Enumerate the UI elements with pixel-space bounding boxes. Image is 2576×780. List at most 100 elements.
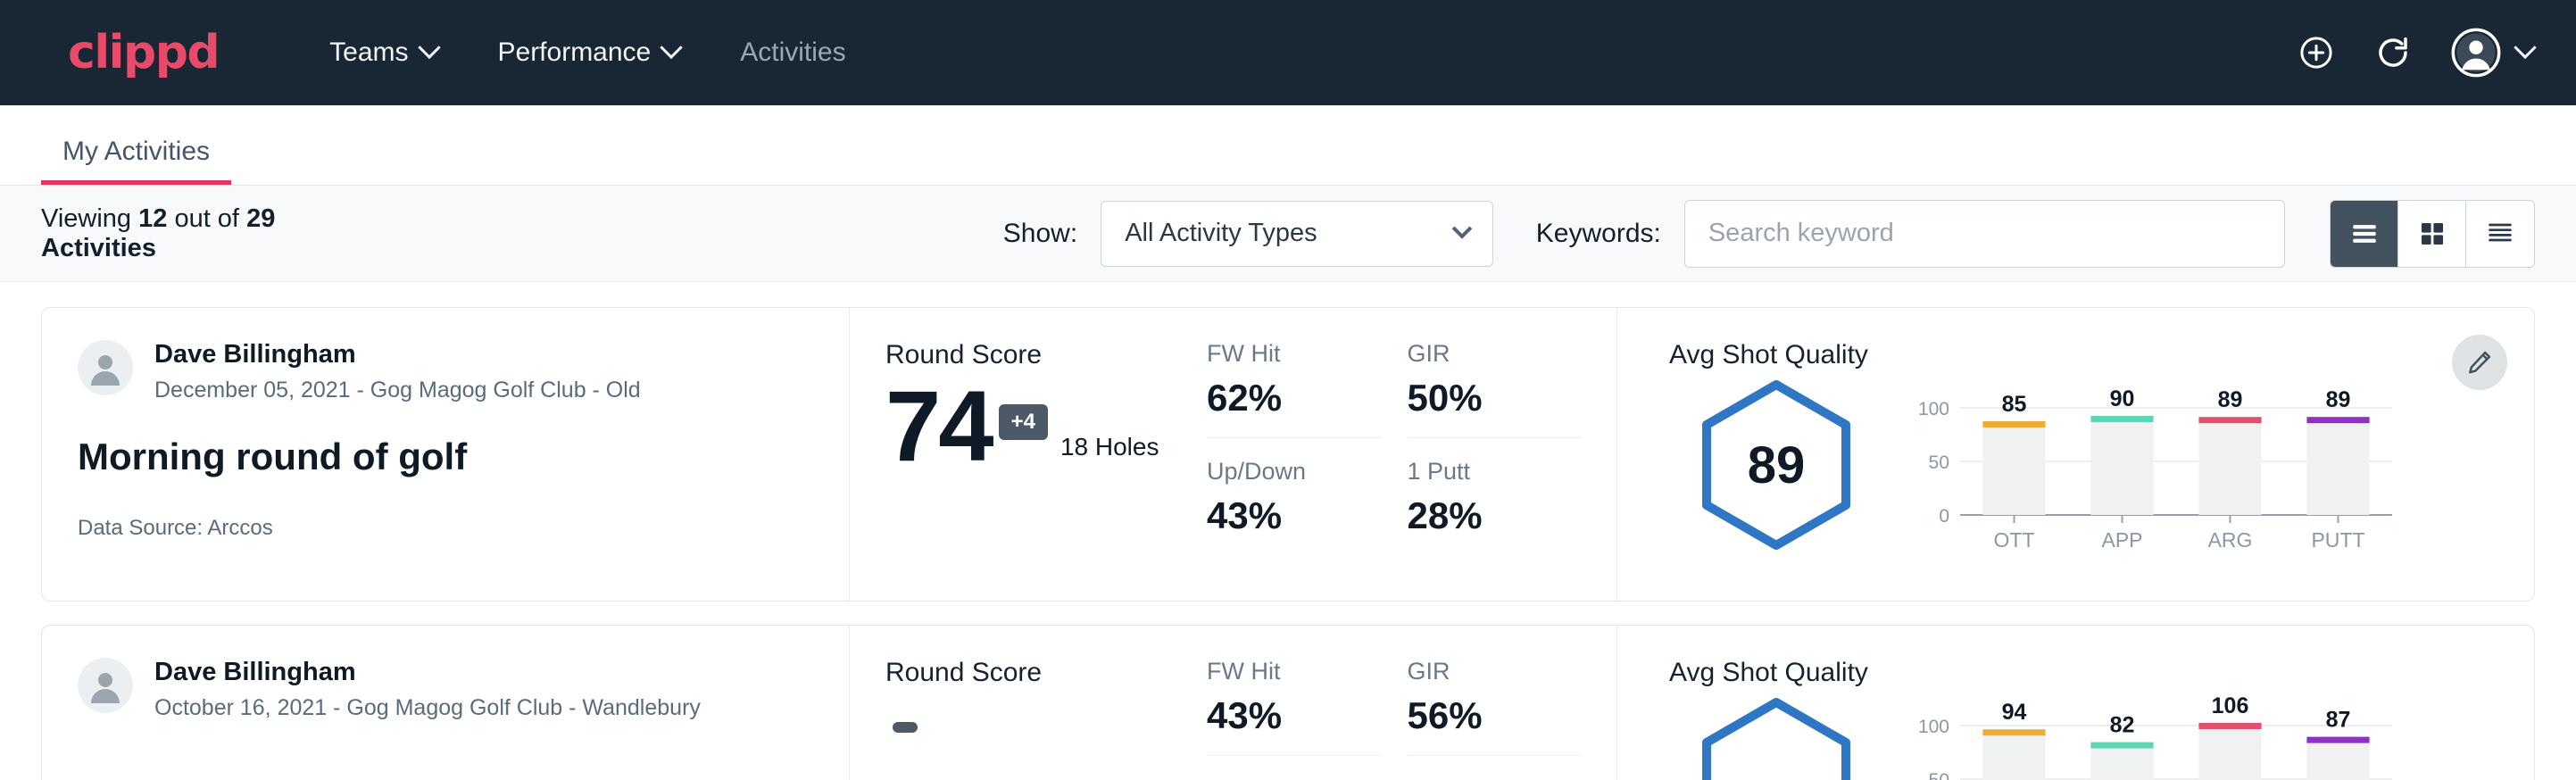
activity-author: Dave Billingham December 05, 2021 - Gog … [78, 340, 813, 403]
tab-bar: My Activities [0, 105, 2576, 186]
stat-fw-hit-value: 43% [1207, 694, 1381, 737]
view-mode-list-button[interactable] [2331, 201, 2398, 267]
tab-my-activities-label: My Activities [62, 137, 210, 166]
plus-circle-icon[interactable] [2298, 34, 2335, 71]
quality-hexagon: 89 [1669, 376, 1883, 554]
round-score-label: Round Score [885, 658, 1207, 688]
round-stats-column: FW Hit 62% GIR 50% Up/Down 43% 1 Putt 28… [1207, 308, 1617, 601]
svg-text:50: 50 [1929, 452, 1949, 473]
activity-card[interactable]: Dave Billingham December 05, 2021 - Gog … [41, 307, 2535, 602]
svg-text:0: 0 [1939, 506, 1949, 527]
avg-shot-quality-label: Avg Shot Quality [1669, 340, 2534, 370]
nav-actions [2298, 28, 2533, 78]
author-name: Dave Billingham [154, 340, 641, 369]
edit-activity-button[interactable] [2452, 335, 2507, 390]
stat-gir-value: 50% [1408, 377, 1582, 419]
nav-item-teams[interactable]: Teams [299, 27, 467, 79]
round-score-value: 74 [885, 379, 992, 474]
viewing-count-text: Viewing 12 out of 29 Activities [41, 204, 387, 263]
avg-shot-quality-column: Avg Shot Quality 89 10050085OTT90APP89AR… [1617, 308, 2534, 601]
grid-view-icon [2417, 219, 2447, 249]
filter-bar: Viewing 12 out of 29 Activities Show: Al… [0, 186, 2576, 282]
account-menu[interactable] [2451, 28, 2533, 78]
stat-fw-hit-value: 62% [1207, 377, 1381, 419]
stat-up-down: Up/Down 43% [1207, 458, 1381, 555]
viewing-count: 12 [138, 204, 167, 233]
avg-shot-quality-label: Avg Shot Quality [1669, 658, 2534, 688]
stat-gir-label: GIR [1408, 340, 1582, 368]
view-mode-compact-button[interactable] [2466, 201, 2534, 267]
svg-text:106: 106 [2212, 693, 2249, 718]
avg-shot-quality-column: Avg Shot Quality 10050094OTT82APP106ARG8… [1617, 626, 2534, 780]
svg-text:94: 94 [2002, 700, 2027, 725]
svg-text:90: 90 [2110, 386, 2135, 411]
svg-text:OTT: OTT [1994, 528, 2035, 552]
activity-card-list: Dave Billingham December 05, 2021 - Gog … [0, 282, 2576, 780]
app-logo[interactable]: clippd [68, 29, 219, 76]
svg-text:89: 89 [2326, 387, 2351, 412]
avg-shot-quality-value: 89 [1748, 436, 1806, 495]
stat-fw-hit: FW Hit 43% [1207, 658, 1381, 756]
nav-item-performance[interactable]: Performance [468, 27, 710, 79]
nav-item-performance-label: Performance [498, 37, 652, 68]
viewing-middle: out of [174, 204, 239, 233]
shot-quality-bar-chart: 10050085OTT90APP89ARG89PUTT [1901, 376, 2401, 559]
activity-title: Morning round of golf [78, 436, 813, 478]
view-mode-grid-button[interactable] [2398, 201, 2466, 267]
view-mode-toggle-group [2330, 200, 2535, 268]
avatar [78, 658, 133, 713]
quality-hexagon [1669, 693, 1883, 780]
activity-info-column: Dave Billingham December 05, 2021 - Gog … [42, 308, 850, 601]
keywords-label: Keywords: [1536, 219, 1661, 249]
nav-item-activities[interactable]: Activities [710, 27, 876, 79]
stat-gir-label: GIR [1408, 658, 1582, 685]
round-score-label: Round Score [885, 340, 1207, 370]
show-label: Show: [1003, 219, 1077, 249]
round-score-column: Round Score [850, 626, 1207, 780]
svg-text:ARG: ARG [2208, 528, 2253, 552]
round-stats-column: FW Hit 43% GIR 56% [1207, 626, 1617, 780]
person-icon [84, 664, 127, 707]
stat-gir: GIR 56% [1408, 658, 1582, 756]
round-score-column: Round Score 74 +4 18 Holes [850, 308, 1207, 601]
stat-fw-hit-label: FW Hit [1207, 340, 1381, 368]
svg-text:87: 87 [2326, 708, 2351, 733]
activity-type-select[interactable]: All Activity Types [1101, 201, 1493, 267]
stat-fw-hit-label: FW Hit [1207, 658, 1381, 685]
svg-text:PUTT: PUTT [2311, 528, 2364, 552]
chevron-down-icon [661, 37, 683, 59]
score-differential-badge [893, 722, 918, 733]
activity-data-source: Data Source: Arccos [78, 516, 813, 541]
stat-up-down-label: Up/Down [1207, 458, 1381, 485]
score-differential-badge: +4 [999, 404, 1048, 440]
refresh-icon[interactable] [2374, 34, 2412, 71]
stat-one-putt-value: 28% [1408, 494, 1582, 537]
activity-meta: December 05, 2021 - Gog Magog Golf Club … [154, 378, 641, 403]
chevron-down-icon [2514, 37, 2536, 59]
svg-text:100: 100 [1918, 399, 1949, 419]
search-input[interactable] [1684, 200, 2285, 268]
holes-played: 18 Holes [1060, 433, 1159, 474]
nav-item-activities-label: Activities [740, 37, 845, 68]
pencil-icon [2465, 348, 2494, 377]
activity-card[interactable]: Dave Billingham October 16, 2021 - Gog M… [41, 625, 2535, 780]
person-icon [84, 346, 127, 389]
svg-text:89: 89 [2218, 387, 2243, 412]
svg-text:85: 85 [2002, 392, 2027, 417]
stat-gir: GIR 50% [1408, 340, 1582, 438]
activity-type-select-value: All Activity Types [1125, 219, 1317, 248]
svg-text:82: 82 [2110, 713, 2135, 738]
chevron-down-icon [1451, 219, 1472, 239]
nav-item-teams-label: Teams [329, 37, 408, 68]
svg-text:50: 50 [1929, 770, 1949, 780]
chevron-down-icon [418, 37, 440, 59]
account-avatar-icon [2451, 28, 2501, 78]
stat-fw-hit: FW Hit 62% [1207, 340, 1381, 438]
bar-chart-svg: 10050094OTT82APP106ARG87PUTT [1901, 693, 2401, 780]
viewing-prefix: Viewing [41, 204, 131, 233]
top-navigation-bar: clippd Teams Performance Activities [0, 0, 2576, 105]
hexagon-icon [1687, 693, 1866, 780]
tab-my-activities[interactable]: My Activities [41, 137, 231, 185]
list-view-icon [2349, 219, 2380, 249]
activity-info-column: Dave Billingham October 16, 2021 - Gog M… [42, 626, 850, 780]
